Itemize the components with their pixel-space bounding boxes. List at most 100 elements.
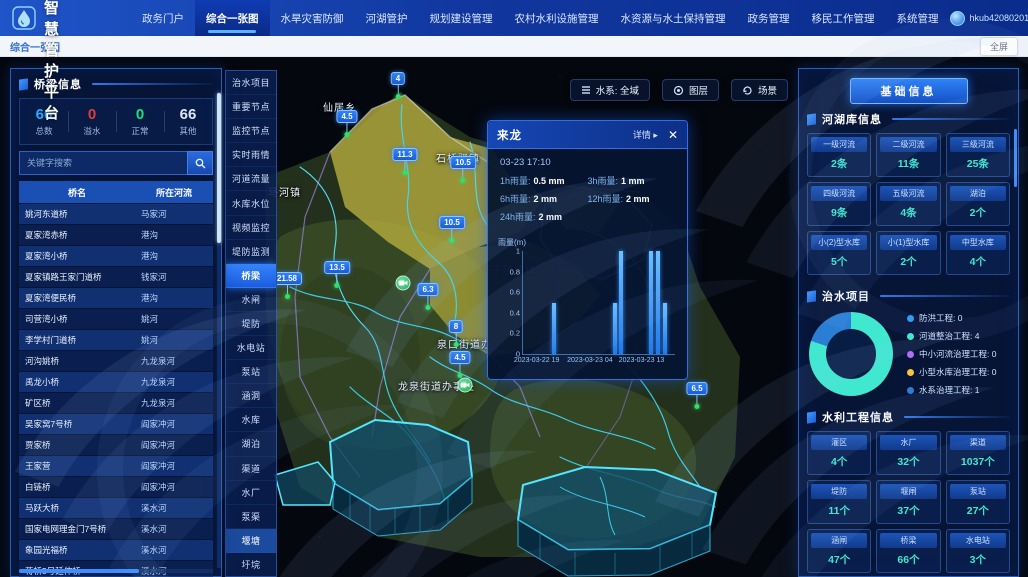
table-hscroll-thumb[interactable]	[19, 569, 139, 573]
table-row[interactable]: 夏家湾赤桥港沟	[19, 225, 213, 245]
layer-item-泵渠[interactable]: 泵渠	[226, 505, 276, 529]
layer-item-视频监控[interactable]: 视频监控	[226, 216, 276, 240]
river-tile[interactable]: 五级河流4条	[876, 182, 940, 226]
works-tile[interactable]: 涵闸47个	[807, 529, 871, 573]
layer-item-堤防[interactable]: 堤防	[226, 312, 276, 336]
water-level-marker[interactable]: 13.5	[324, 261, 350, 288]
layer-item-桥梁[interactable]: 桥梁	[226, 264, 276, 288]
layer-item-水库[interactable]: 水库	[226, 408, 276, 432]
table-row[interactable]: 贾家桥阎家冲河	[19, 435, 213, 455]
nav-item-7[interactable]: 政务管理	[737, 0, 801, 36]
layer-item-重要节点[interactable]: 重要节点	[226, 95, 276, 119]
search-input[interactable]	[19, 151, 187, 175]
layer-item-圩垸[interactable]: 圩垸	[226, 553, 276, 577]
nav-item-3[interactable]: 河湖管护	[355, 0, 419, 36]
river-tile[interactable]: 中型水库4个	[946, 231, 1010, 275]
water-level-marker[interactable]: 4.5	[336, 110, 357, 137]
marker-dot-icon	[695, 404, 700, 409]
user-menu[interactable]: hkub42080201	[950, 11, 1028, 26]
layer-item-湖泊[interactable]: 湖泊	[226, 432, 276, 456]
water-level-marker[interactable]: 10.5	[439, 216, 465, 243]
fullscreen-button[interactable]: 全屏	[980, 37, 1018, 56]
table-row[interactable]: 矿区桥九龙泉河	[19, 393, 213, 413]
scene-button[interactable]: 场景	[731, 79, 788, 101]
table-row[interactable]: 吴家窝7号桥阎家冲河	[19, 414, 213, 434]
rivers-section-header: 河湖库信息	[799, 104, 1018, 131]
works-tile[interactable]: 泵站27个	[946, 480, 1010, 524]
river-tile[interactable]: 一级河流2条	[807, 133, 871, 177]
marker-stem-icon	[462, 169, 463, 178]
table-row[interactable]: 禹龙小桥九龙泉河	[19, 372, 213, 392]
table-row[interactable]: 夏家镇路王家门道桥钱家河	[19, 267, 213, 287]
water-level-marker[interactable]: 4	[391, 72, 405, 99]
table-row[interactable]: 夏家湾小桥港沟	[19, 246, 213, 266]
layers-button[interactable]: 图层	[662, 79, 719, 101]
water-level-marker[interactable]: 6.3	[417, 283, 438, 310]
nav-item-6[interactable]: 水资源与水土保持管理	[610, 0, 737, 36]
layer-item-监控节点[interactable]: 监控节点	[226, 119, 276, 143]
table-row[interactable]: 司营湾小桥姚河	[19, 309, 213, 329]
layer-item-泵站[interactable]: 泵站	[226, 360, 276, 384]
table-row[interactable]: 夏家湾便民桥港沟	[19, 288, 213, 308]
camera-icon[interactable]	[458, 378, 473, 393]
basic-info-button[interactable]: 基础信息	[850, 78, 968, 104]
nav-item-0[interactable]: 政务门户	[131, 0, 195, 36]
nav-item-4[interactable]: 规划建设管理	[419, 0, 504, 36]
works-tile[interactable]: 堤防11个	[807, 480, 871, 524]
nav-item-5[interactable]: 农村水利设施管理	[504, 0, 610, 36]
close-icon[interactable]: ✕	[668, 129, 678, 141]
table-row[interactable]: 象园光福桥溪水河	[19, 540, 213, 560]
works-tile[interactable]: 桥梁66个	[876, 529, 940, 573]
layer-item-渠道[interactable]: 渠道	[226, 457, 276, 481]
layer-item-水电站[interactable]: 水电站	[226, 336, 276, 360]
search-button[interactable]	[187, 151, 213, 175]
table-row[interactable]: 马跃大桥溪水河	[19, 498, 213, 518]
river-tile[interactable]: 小(2)型水库5个	[807, 231, 871, 275]
river-tile[interactable]: 小(1)型水库2个	[876, 231, 940, 275]
works-tile[interactable]: 水电站3个	[946, 529, 1010, 573]
river-tile[interactable]: 四级河流9条	[807, 182, 871, 226]
river-tile[interactable]: 湖泊2个	[946, 182, 1010, 226]
nav-item-9[interactable]: 系统管理	[886, 0, 950, 36]
table-row[interactable]: 姚河东道桥马家河	[19, 204, 213, 224]
water-level-marker[interactable]: 8	[449, 320, 463, 347]
nav-item-1[interactable]: 综合一张图	[195, 0, 270, 36]
water-level-marker[interactable]: 6.5	[686, 382, 707, 409]
table-row[interactable]: 白链桥阎家冲河	[19, 477, 213, 497]
table-header-row: 桥名所在河流	[19, 181, 213, 203]
river-tile[interactable]: 三级河流25条	[946, 133, 1010, 177]
panel-scrollbar-thumb[interactable]	[1014, 129, 1017, 187]
works-tile[interactable]: 水厂32个	[876, 431, 940, 475]
layer-item-实时雨情[interactable]: 实时雨情	[226, 143, 276, 167]
water-level-marker[interactable]: 10.5	[450, 156, 476, 183]
table-row[interactable]: 李学村门道桥姚河	[19, 330, 213, 350]
nav-item-8[interactable]: 移民工作管理	[801, 0, 886, 36]
works-tile[interactable]: 堰闸37个	[876, 480, 940, 524]
layer-item-堰塘[interactable]: 堰塘	[226, 529, 276, 553]
table-vscroll-thumb[interactable]	[217, 93, 221, 243]
table-row[interactable]: 河沟姚桥九龙泉河	[19, 351, 213, 371]
marker-dot-icon	[285, 294, 290, 299]
layer-item-水库水位[interactable]: 水库水位	[226, 191, 276, 215]
layer-item-涵洞[interactable]: 涵洞	[226, 384, 276, 408]
watersystem-filter-button[interactable]: 水系: 全域	[570, 79, 650, 101]
works-tile[interactable]: 渠道1037个	[946, 431, 1010, 475]
nav-item-2[interactable]: 水旱灾害防御	[270, 0, 355, 36]
river-tile[interactable]: 二级河流11条	[876, 133, 940, 177]
town-label: 泉口街道办	[437, 336, 492, 351]
layer-item-治水项目[interactable]: 治水项目	[226, 71, 276, 95]
river-name-cell: 港沟	[135, 288, 213, 308]
works-tile[interactable]: 灌区4个	[807, 431, 871, 475]
table-row[interactable]: 王家营阎家冲河	[19, 456, 213, 476]
layer-item-堤防监测[interactable]: 堤防监测	[226, 240, 276, 264]
popup-detail-link[interactable]: 详情 ▸	[633, 128, 658, 141]
tile-label: 湖泊	[950, 186, 1006, 201]
water-level-marker[interactable]: 11.3	[392, 148, 417, 175]
layer-item-水闸[interactable]: 水闸	[226, 288, 276, 312]
layer-item-河道流量[interactable]: 河道流量	[226, 167, 276, 191]
table-row[interactable]: 国家电网理金门7号桥溪水河	[19, 519, 213, 539]
projects-legend: 防洪工程: 0河道整治工程: 4中小河流治理工程: 0小型水库治理工程: 0水系…	[907, 312, 996, 396]
water-level-marker[interactable]: 4.5	[449, 351, 470, 378]
layer-item-水厂[interactable]: 水厂	[226, 481, 276, 505]
camera-icon[interactable]	[396, 276, 411, 291]
